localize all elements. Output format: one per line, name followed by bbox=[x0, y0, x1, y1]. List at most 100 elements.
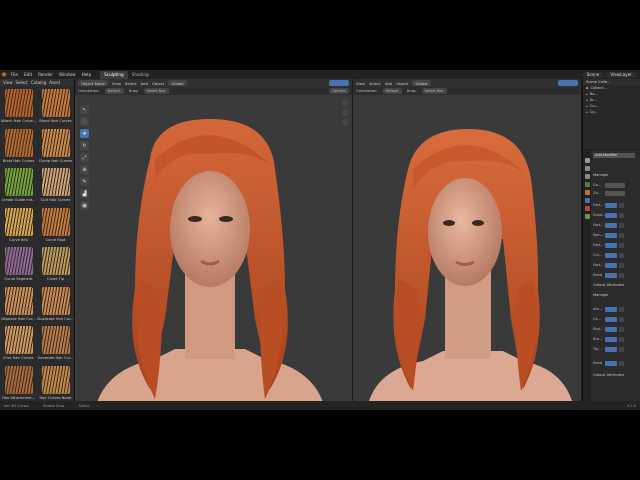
prop-toggle[interactable] bbox=[619, 360, 624, 366]
viewport-right[interactable]: View Select Add Object Global Orientatio… bbox=[353, 79, 581, 401]
workspace-tab-shading[interactable]: Shading bbox=[128, 71, 153, 79]
camera-view-icon[interactable] bbox=[342, 119, 349, 126]
render-tab-icon[interactable] bbox=[584, 166, 590, 171]
asset-item[interactable]: Braid Hair Curves bbox=[0, 127, 37, 167]
prop-field[interactable] bbox=[605, 272, 617, 278]
asset-item[interactable]: Create Guide Ind... bbox=[0, 166, 37, 206]
vp2-shading-mode-button[interactable] bbox=[558, 80, 578, 86]
asset-item[interactable]: Generate Hair Cur... bbox=[37, 324, 74, 364]
prop-field[interactable] bbox=[605, 222, 617, 228]
tool-tab-icon[interactable] bbox=[584, 158, 590, 163]
modifier-tab-icon[interactable] bbox=[584, 198, 590, 203]
prop-row[interactable]: Gu... bbox=[593, 190, 625, 196]
asset-item[interactable]: Curve Tip bbox=[37, 245, 74, 285]
asset-menu-view[interactable]: View bbox=[3, 80, 13, 85]
add-cube-tool-icon[interactable]: ▣ bbox=[80, 201, 89, 210]
zoom-icon[interactable] bbox=[342, 99, 349, 106]
vp2-orientation-dropdown[interactable]: Default bbox=[382, 88, 402, 94]
prop-row[interactable]: Tip... bbox=[593, 346, 624, 352]
prop-row[interactable]: Rad... bbox=[593, 326, 624, 332]
asset-item[interactable]: Curve Root bbox=[37, 206, 74, 246]
prop-toggle[interactable] bbox=[619, 306, 624, 312]
prop-row[interactable]: Col... bbox=[593, 252, 624, 258]
prop-toggle[interactable] bbox=[619, 346, 624, 352]
prop-field[interactable] bbox=[605, 360, 617, 366]
vp1-menu-view[interactable]: View bbox=[112, 81, 121, 86]
select-box-tool-icon[interactable]: ◌ bbox=[80, 117, 89, 126]
move-tool-icon[interactable]: ✥ bbox=[80, 129, 89, 138]
options-dropdown[interactable]: Options bbox=[329, 88, 349, 94]
prop-toggle[interactable] bbox=[619, 242, 624, 248]
asset-item[interactable]: Curve Segment bbox=[0, 245, 37, 285]
prop-toggle[interactable] bbox=[619, 232, 624, 238]
blender-logo-icon[interactable]: ◉ bbox=[0, 71, 8, 78]
asset-item[interactable]: Blend Hair Curves bbox=[37, 87, 74, 127]
object-tab-icon[interactable] bbox=[584, 190, 590, 195]
asset-item[interactable]: Frizz Hair Curves bbox=[0, 324, 37, 364]
scale-tool-icon[interactable]: ⤢ bbox=[80, 153, 89, 162]
prop-row[interactable]: Gu... bbox=[593, 182, 625, 188]
vp2-menu-select[interactable]: Select bbox=[369, 81, 381, 86]
prop-row[interactable]: Subd... bbox=[593, 212, 624, 218]
asset-item[interactable]: Curl Hair Curves bbox=[37, 166, 74, 206]
vp2-menu-object[interactable]: Object bbox=[396, 81, 408, 86]
prop-toggle[interactable] bbox=[619, 212, 624, 218]
cursor-tool-icon[interactable]: ↖ bbox=[80, 105, 89, 114]
measure-tool-icon[interactable]: ▟ bbox=[80, 189, 89, 198]
menu-help[interactable]: Help bbox=[79, 72, 95, 77]
menu-file[interactable]: File bbox=[8, 72, 21, 77]
asset-menu-select[interactable]: Select bbox=[16, 80, 28, 85]
prop-field[interactable] bbox=[605, 262, 617, 268]
asset-item[interactable]: Hair Attachment... bbox=[0, 364, 37, 404]
rotate-tool-icon[interactable]: ↻ bbox=[80, 141, 89, 150]
transform-orientation-selector[interactable]: Global bbox=[168, 80, 187, 86]
menu-window[interactable]: Window bbox=[56, 72, 79, 77]
vp1-menu-add[interactable]: Add bbox=[141, 81, 148, 86]
prop-toggle[interactable] bbox=[619, 316, 624, 322]
vp1-menu-select[interactable]: Select bbox=[125, 81, 137, 86]
data-tab-icon[interactable] bbox=[584, 214, 590, 219]
transform-tool-icon[interactable]: ⊕ bbox=[80, 165, 89, 174]
prop-toggle[interactable] bbox=[619, 252, 624, 258]
vp2-transform-selector[interactable]: Global bbox=[412, 80, 431, 86]
prop-field[interactable] bbox=[605, 202, 617, 208]
prop-field[interactable] bbox=[605, 346, 617, 352]
shading-mode-button[interactable] bbox=[329, 80, 349, 86]
prop-toggle[interactable] bbox=[619, 272, 624, 278]
vp1-menu-object[interactable]: Object bbox=[152, 81, 164, 86]
physics-tab-icon[interactable] bbox=[584, 206, 590, 211]
section-header[interactable]: Manager bbox=[593, 292, 609, 298]
prop-toggle[interactable] bbox=[619, 326, 624, 332]
prop-field[interactable] bbox=[605, 242, 617, 248]
section-header[interactable]: Output Attributes bbox=[593, 372, 624, 378]
menu-edit[interactable]: Edit bbox=[21, 72, 35, 77]
prop-field[interactable] bbox=[605, 336, 617, 342]
prop-row[interactable]: Fact... bbox=[593, 222, 624, 228]
output-tab-icon[interactable] bbox=[584, 174, 590, 179]
prop-row[interactable]: Poin... bbox=[593, 232, 624, 238]
asset-item[interactable]: Curve Info bbox=[0, 206, 37, 246]
prop-row[interactable]: Co... bbox=[593, 316, 624, 322]
prop-row[interactable]: Fact... bbox=[593, 202, 624, 208]
asset-menu-catalog[interactable]: Catalog bbox=[31, 80, 46, 85]
asset-item[interactable]: Duplicate Hair Cur... bbox=[37, 285, 74, 325]
asset-item[interactable]: Attach Hair Curve... bbox=[0, 87, 37, 127]
outliner-row[interactable]: ▴ Cy... bbox=[583, 109, 640, 115]
prop-field[interactable] bbox=[605, 306, 617, 312]
orientation-dropdown[interactable]: Default bbox=[104, 88, 124, 94]
prop-toggle[interactable] bbox=[619, 222, 624, 228]
annotate-tool-icon[interactable]: ✎ bbox=[80, 177, 89, 186]
workspace-tab-sculpting[interactable]: Sculpting bbox=[100, 70, 128, 79]
prop-row[interactable]: Seed bbox=[593, 272, 624, 278]
prop-row[interactable]: Fact... bbox=[593, 242, 624, 248]
section-header[interactable]: Manager bbox=[593, 172, 609, 178]
prop-field[interactable] bbox=[605, 232, 617, 238]
prop-row[interactable]: Fact... bbox=[593, 262, 624, 268]
mode-selector[interactable]: Object Mode bbox=[78, 80, 108, 86]
vp2-menu-add[interactable]: Add bbox=[385, 81, 392, 86]
asset-item[interactable]: Hair Curves Noise bbox=[37, 364, 74, 404]
add-modifier-button[interactable]: Add Modifier bbox=[593, 152, 635, 158]
prop-toggle[interactable] bbox=[619, 336, 624, 342]
asset-item[interactable]: Clump Hair Curves bbox=[37, 127, 74, 167]
vp2-menu-view[interactable]: View bbox=[356, 81, 365, 86]
